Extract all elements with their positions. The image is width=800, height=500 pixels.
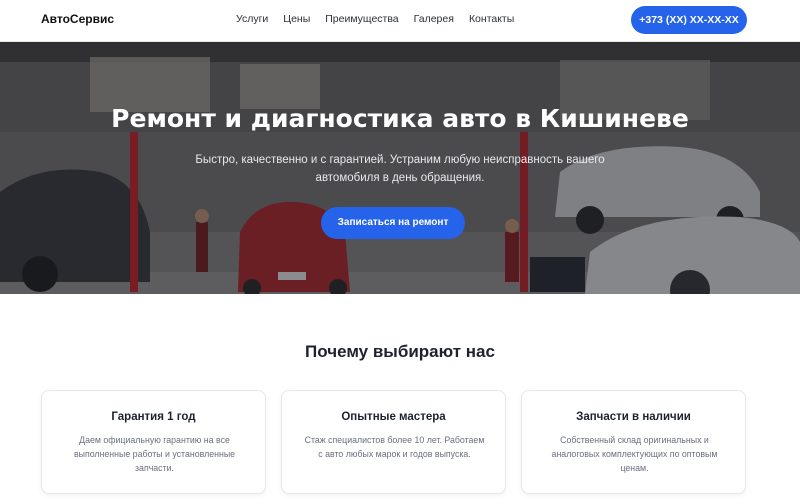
main-nav: Услуги Цены Преимущества Галерея Контакт… (236, 13, 529, 25)
nav-link-gallery[interactable]: Галерея (414, 13, 454, 25)
hero-subtitle: Быстро, качественно и с гарантией. Устра… (195, 154, 605, 184)
feature-card-text: Стаж специалистов более 10 лет. Работаем… (304, 435, 485, 459)
logo[interactable]: АвтоСервис (41, 12, 114, 26)
nav-link-contacts[interactable]: Контакты (469, 13, 514, 25)
features-title: Почему выбирают нас (305, 342, 495, 361)
nav-link-advantages[interactable]: Преимущества (325, 13, 398, 25)
feature-card-parts: Запчасти в наличии Собственный склад ори… (521, 390, 746, 494)
phone-button[interactable]: +373 (XX) XX-XX-XX (631, 6, 747, 34)
feature-card-warranty: Гарантия 1 год Даем официальную гарантию… (41, 390, 266, 494)
feature-card-title: Опытные мастера (341, 411, 446, 423)
feature-card-masters: Опытные мастера Стаж специалистов более … (281, 390, 506, 494)
feature-card-title: Гарантия 1 год (111, 411, 196, 423)
nav-link-services[interactable]: Услуги (236, 13, 268, 25)
hero-section: Ремонт и диагностика авто в Кишиневе Быс… (0, 42, 800, 294)
book-repair-button[interactable]: Записаться на ремонт (321, 207, 465, 239)
site-header: АвтоСервис Услуги Цены Преимущества Гале… (0, 0, 800, 42)
hero-title: Ремонт и диагностика авто в Кишиневе (111, 104, 689, 133)
nav-link-prices[interactable]: Цены (283, 13, 310, 25)
feature-card-title: Запчасти в наличии (576, 411, 691, 423)
feature-card-text: Даем официальную гарантию на все выполне… (73, 435, 236, 473)
feature-card-text: Собственный склад оригинальных и аналого… (551, 435, 718, 473)
